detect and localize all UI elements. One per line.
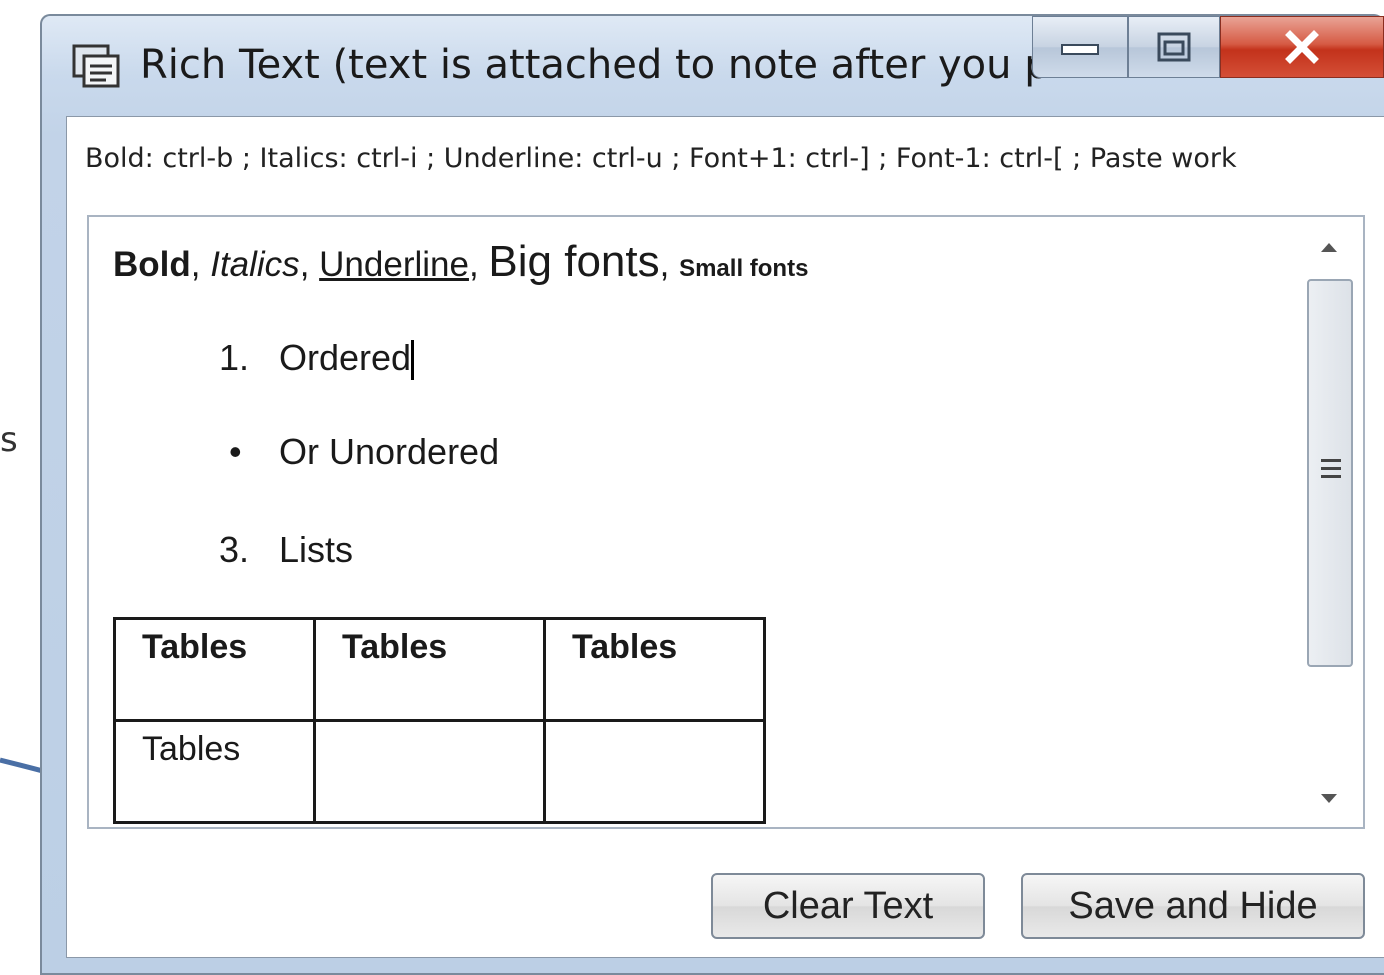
table-cell[interactable]: Tables [313, 617, 546, 722]
minimize-icon [1061, 44, 1099, 55]
window-title: Rich Text (text is attached to note afte… [140, 42, 1101, 88]
list-item: 1. Ordered [219, 337, 415, 381]
close-button[interactable] [1220, 16, 1384, 78]
scroll-down-arrow-icon[interactable] [1321, 794, 1337, 803]
rich-text-window: Rich Text (text is attached to note afte… [40, 14, 1384, 975]
table-cell[interactable] [543, 719, 766, 824]
list-item: 3. Lists [219, 529, 353, 571]
list-item: • Or Unordered [229, 431, 499, 473]
grip-icon [1321, 459, 1341, 483]
table-cell[interactable] [313, 719, 546, 824]
minimize-button[interactable] [1032, 16, 1128, 78]
italics-sample: Italics [210, 245, 300, 284]
close-icon [1285, 30, 1319, 64]
table-row: Tables Tables Tables [113, 617, 766, 722]
table-cell[interactable]: Tables [113, 719, 316, 824]
formatting-sample-line: Bold, Italics, Underline, Big fonts, Sma… [113, 237, 809, 286]
save-and-hide-button[interactable]: Save and Hide [1021, 873, 1365, 939]
rich-text-app-icon [72, 44, 120, 88]
caption-buttons [1032, 16, 1384, 80]
scrollbar-thumb[interactable] [1307, 279, 1353, 667]
rich-text-editor[interactable]: Bold, Italics, Underline, Big fonts, Sma… [87, 215, 1365, 829]
window-client-area: Bold: ctrl-b ; Italics: ctrl-i ; Underli… [66, 116, 1384, 958]
table-cell[interactable]: Tables [113, 617, 316, 722]
table-cell[interactable]: Tables [543, 617, 766, 722]
text-caret [411, 340, 415, 381]
shortcut-hint: Bold: ctrl-b ; Italics: ctrl-i ; Underli… [85, 143, 1237, 174]
list-item-text: Or Unordered [279, 431, 500, 472]
maximize-icon [1157, 32, 1191, 62]
small-font-sample: Small fonts [679, 255, 809, 282]
table-row: Tables [113, 719, 766, 824]
vertical-scrollbar[interactable] [1307, 225, 1355, 819]
list-marker: 1. [219, 337, 250, 378]
bullet-marker: • [229, 431, 242, 472]
list-item-text: Lists [279, 529, 354, 570]
list-marker: 3. [219, 529, 250, 570]
underline-sample: Underline [319, 245, 469, 284]
scroll-up-arrow-icon[interactable] [1321, 243, 1337, 252]
big-font-sample: Big fonts [488, 237, 660, 286]
maximize-button[interactable] [1128, 16, 1220, 78]
bold-sample: Bold [113, 245, 191, 284]
clear-text-button[interactable]: Clear Text [711, 873, 985, 939]
list-item-text: Ordered [279, 337, 412, 378]
rich-text-table: Tables Tables Tables Tables [113, 617, 766, 824]
